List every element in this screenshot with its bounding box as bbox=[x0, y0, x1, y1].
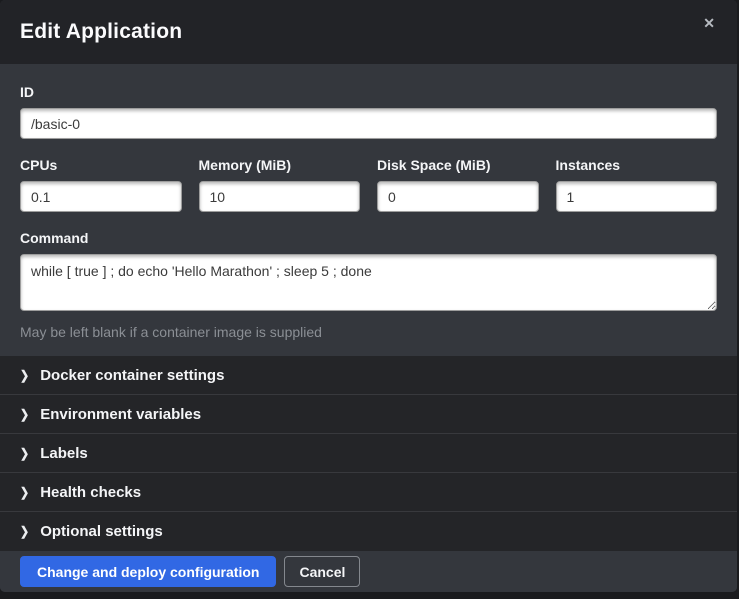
id-input[interactable] bbox=[20, 108, 717, 139]
edit-application-form: ID CPUs Memory (MiB) Disk Space (MiB) In… bbox=[0, 64, 737, 356]
section-label: Labels bbox=[40, 445, 88, 462]
edit-application-modal: Edit Application ✕ ID CPUs Memory (MiB) … bbox=[0, 0, 737, 592]
instances-label: Instances bbox=[556, 157, 718, 173]
command-help-text: May be left blank if a container image i… bbox=[20, 324, 717, 340]
section-label: Environment variables bbox=[40, 406, 201, 423]
chevron-right-icon: ❯ bbox=[20, 485, 29, 500]
chevron-right-icon: ❯ bbox=[20, 407, 29, 422]
command-textarea[interactable]: while [ true ] ; do echo 'Hello Marathon… bbox=[20, 254, 717, 311]
disk-input[interactable] bbox=[377, 181, 539, 212]
section-label: Optional settings bbox=[40, 523, 163, 540]
section-label: Docker container settings bbox=[40, 367, 224, 384]
cpus-label: CPUs bbox=[20, 157, 182, 173]
change-and-deploy-button[interactable]: Change and deploy configuration bbox=[20, 556, 276, 587]
command-field-group: Command while [ true ] ; do echo 'Hello … bbox=[20, 230, 717, 340]
modal-footer: Change and deploy configuration Cancel bbox=[0, 551, 737, 592]
instances-input[interactable] bbox=[556, 181, 718, 212]
section-optional-settings[interactable]: ❯ Optional settings bbox=[0, 512, 737, 551]
modal-header: Edit Application ✕ bbox=[0, 0, 737, 64]
chevron-right-icon: ❯ bbox=[20, 524, 29, 539]
instances-field-group: Instances bbox=[556, 157, 718, 212]
cpus-field-group: CPUs bbox=[20, 157, 182, 212]
section-environment-variables[interactable]: ❯ Environment variables bbox=[0, 395, 737, 434]
cancel-button[interactable]: Cancel bbox=[284, 556, 360, 587]
close-icon[interactable]: ✕ bbox=[697, 12, 721, 34]
id-label: ID bbox=[20, 84, 717, 100]
id-field-group: ID bbox=[20, 84, 717, 139]
memory-input[interactable] bbox=[199, 181, 361, 212]
disk-label: Disk Space (MiB) bbox=[377, 157, 539, 173]
command-label: Command bbox=[20, 230, 717, 246]
resources-row: CPUs Memory (MiB) Disk Space (MiB) Insta… bbox=[20, 157, 717, 212]
chevron-right-icon: ❯ bbox=[20, 368, 29, 383]
memory-label: Memory (MiB) bbox=[199, 157, 361, 173]
memory-field-group: Memory (MiB) bbox=[199, 157, 361, 212]
section-labels[interactable]: ❯ Labels bbox=[0, 434, 737, 473]
cpus-input[interactable] bbox=[20, 181, 182, 212]
section-health-checks[interactable]: ❯ Health checks bbox=[0, 473, 737, 512]
collapsible-sections: ❯ Docker container settings ❯ Environmen… bbox=[0, 356, 737, 551]
section-docker-container-settings[interactable]: ❯ Docker container settings bbox=[0, 356, 737, 395]
section-label: Health checks bbox=[40, 484, 141, 501]
modal-title: Edit Application bbox=[20, 20, 182, 44]
disk-field-group: Disk Space (MiB) bbox=[377, 157, 539, 212]
chevron-right-icon: ❯ bbox=[20, 446, 29, 461]
